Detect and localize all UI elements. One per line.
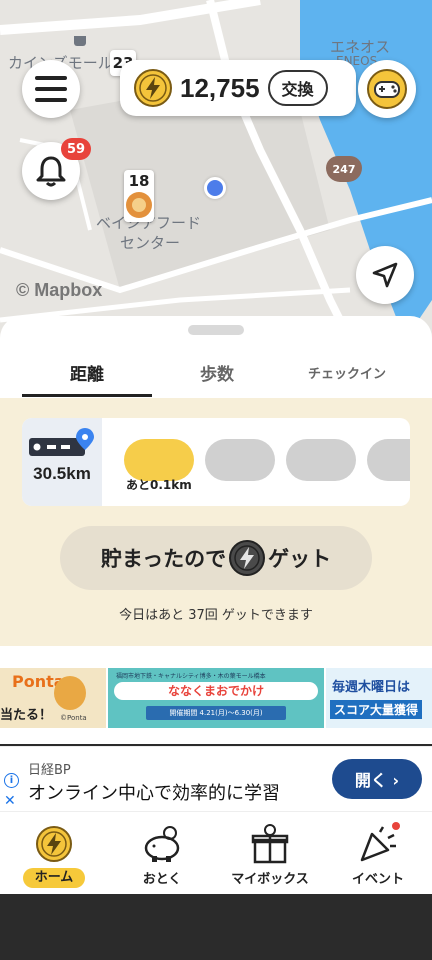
distance-summary: 30.5km [22,418,102,506]
bell-icon [36,156,66,187]
activity-sheet: 距離 歩数 チェックイン 30.5km あと0.1km 貯まったので ゲット 今… [0,316,432,646]
piggy-bank-icon [142,824,182,864]
tab-checkin[interactable]: チェックイン [282,346,412,398]
promo-banner-ponta[interactable]: Ponta 当たる！ ©Ponta [0,668,106,728]
promo-banner-thursday[interactable]: 毎週木曜日は スコア大量獲得 [326,668,432,728]
remaining-distance: あと0.1km [126,478,192,492]
nav-label: ホーム [23,868,85,888]
map-pin-character[interactable]: 18 [124,170,154,222]
ad-info-icon[interactable]: i [4,773,19,788]
notification-badge: 59 [61,138,92,160]
ponta-character-icon [54,676,86,710]
distance-panel: 30.5km あと0.1km 貯まったので ゲット 今日はあと 37回 ゲットで… [0,398,432,646]
nav-mybox[interactable]: マイボックス [216,812,324,894]
event-notification-dot [392,822,400,830]
map-attribution[interactable]: © Mapbox [16,280,102,301]
ad-title: オンライン中心で効率的に学習 [28,783,280,804]
map[interactable]: カインズモール エネオス ENEOS ベイシアフード センター 23 18 24… [0,0,432,340]
ad-close-icon[interactable]: ✕ [4,793,16,809]
progress-segment [124,439,194,481]
tab-label: 距離 [70,364,104,385]
map-pin-count: 18 [128,172,150,190]
current-location-dot [204,177,226,199]
remaining-collects-note: 今日はあと 37回 ゲットできます [119,608,313,623]
coin-balance: 12,755 交換 [120,60,356,116]
tab-steps[interactable]: 歩数 [152,346,282,398]
shopping-basket-icon [74,36,86,46]
route-pin-icon [29,428,94,456]
coin-value: 12,755 [180,72,260,103]
navigation-arrow-icon [372,262,398,288]
nav-home[interactable]: ホーム [0,812,108,894]
locate-me-button[interactable] [356,246,414,304]
promo-banner-carousel: Ponta 当たる！ ©Ponta 福岡市地下鉄・キャナルシティ博多・木の葉モー… [0,646,432,744]
tab-label: チェックイン [307,366,386,382]
collect-coins-button[interactable]: 貯まったので ゲット [60,526,372,590]
exchange-button[interactable]: 交換 [267,70,328,106]
lion-character-icon [126,192,152,218]
banner-period: 開催期間 4.21(月)〜6.30(月) [146,706,286,720]
map-label-food-center-2: センター [120,234,181,252]
banner-sub: スコア大量獲得 [330,700,423,719]
bolt-coin-icon [134,69,172,107]
nav-label: イベント [351,872,404,887]
promo-banner-fukuoka[interactable]: 福岡市地下鉄・キャナルシティ博多・木の葉モール橋本 ななくまおでかけ 開催期間 … [108,668,324,728]
nav-label: おとく [142,872,182,887]
tab-distance[interactable]: 距離 [22,346,152,398]
progress-segment [286,439,356,481]
menu-button[interactable] [22,60,80,118]
bottom-navigation: ホーム おとく マイボックス イベント [0,812,432,894]
bolt-coin-icon [229,540,266,576]
nav-label: マイボックス [231,872,309,887]
progress-segment [205,439,275,481]
menu-icon [35,76,67,102]
ad-open-button[interactable]: 開く › [332,759,422,799]
sheet-grabber[interactable] [188,325,244,335]
home-bolt-icon [34,824,74,864]
party-popper-icon [358,824,398,864]
distance-value: 30.5km [33,464,91,483]
gift-box-icon [250,824,290,864]
road-number-sign: 247 [326,156,362,182]
banner-sub: 福岡市地下鉄・キャナルシティ博多・木の葉モール橋本 [116,673,266,680]
system-navigation-area [0,894,432,960]
banner-title: ななくまおでかけ [114,682,318,700]
progress-segment [367,439,410,481]
nav-deals[interactable]: おとく [108,812,216,894]
banner-title: 毎週木曜日は [332,680,411,695]
nav-events[interactable]: イベント [324,812,432,894]
collect-button-text: ゲット [268,547,332,571]
gamepad-icon [367,69,407,109]
game-button[interactable] [358,60,416,118]
tab-label: 歩数 [200,364,234,385]
collect-button-text: 貯まったので [100,547,227,571]
ad-brand: 日経BP [28,763,71,778]
activity-tabs: 距離 歩数 チェックイン [0,346,432,398]
advertisement[interactable]: i ✕ 日経BP オンライン中心で効率的に学習 開く › [0,746,432,812]
banner-sub: ©Ponta [60,714,87,722]
banner-text: 当たる！ [0,708,53,723]
distance-progress-card: 30.5km あと0.1km [22,418,410,506]
active-tab-indicator [22,394,152,397]
